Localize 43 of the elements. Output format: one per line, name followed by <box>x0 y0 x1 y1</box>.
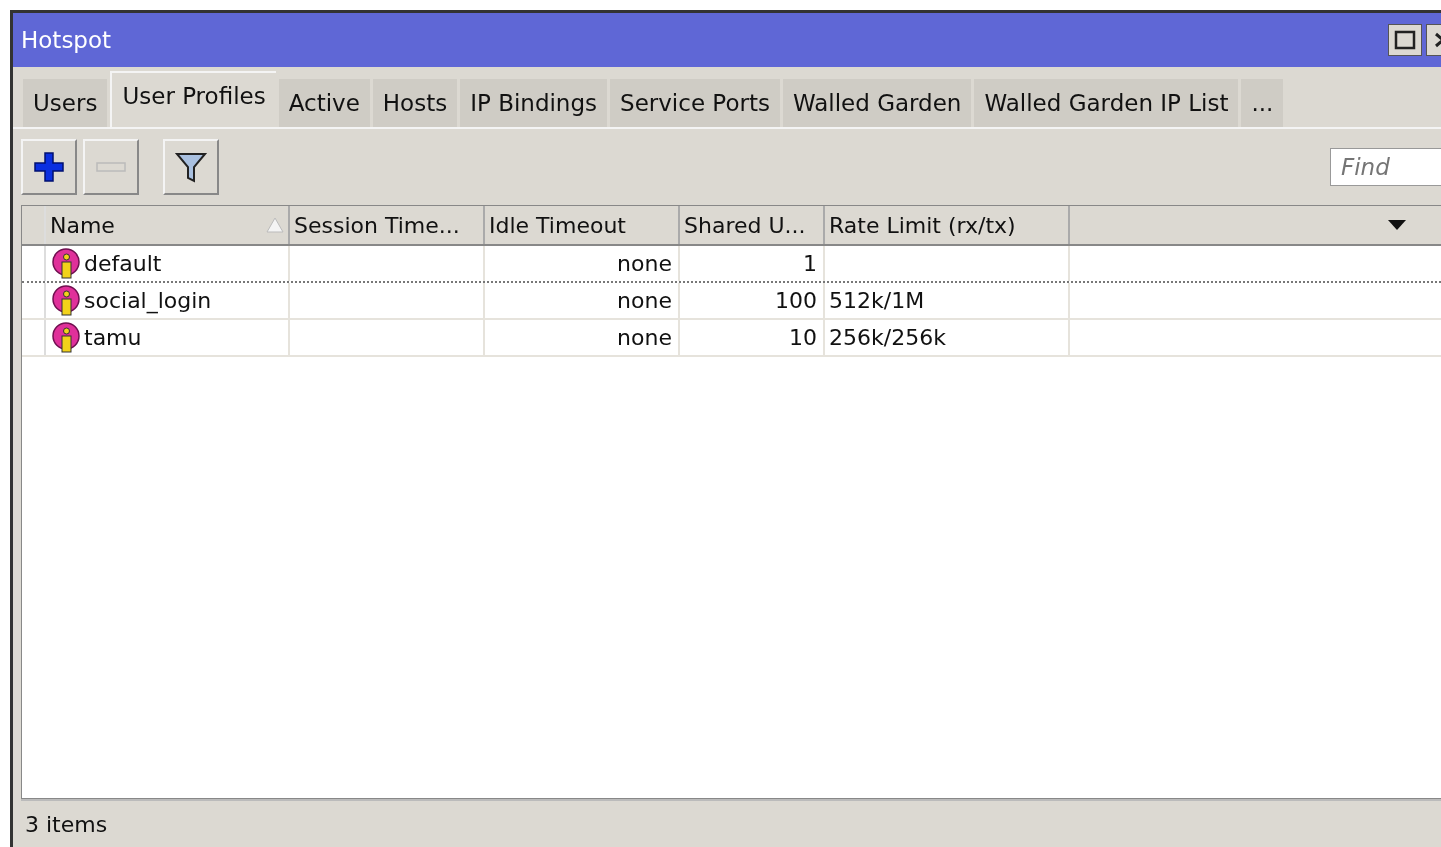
table-row[interactable]: tamu none 10 256k/256k <box>22 320 1441 357</box>
profile-icon <box>50 321 82 354</box>
plus-icon <box>32 150 66 184</box>
table-cell: social_login <box>84 288 212 313</box>
profile-icon <box>50 284 82 317</box>
tab[interactable]: Active <box>278 79 370 127</box>
profile-icon <box>50 247 82 280</box>
tab[interactable]: Walled Garden <box>782 79 972 127</box>
filter-icon <box>174 150 208 184</box>
tab[interactable]: User Profiles <box>110 71 276 127</box>
tab[interactable]: ... <box>1241 79 1284 127</box>
sort-icon <box>266 217 284 233</box>
filter-button[interactable] <box>163 139 219 195</box>
find-field[interactable]: Find <box>1330 148 1441 186</box>
tab[interactable]: Users <box>23 79 108 127</box>
table-cell: none <box>617 251 672 276</box>
status-text: 3 items <box>25 811 108 837</box>
window-title: Hotspot <box>21 27 112 53</box>
tab[interactable]: Service Ports <box>610 79 780 127</box>
table-cell: 1 <box>803 251 817 276</box>
tab[interactable]: IP Bindings <box>460 79 608 127</box>
column-header[interactable]: Name <box>46 206 290 244</box>
tab[interactable]: Walled Garden IP List <box>974 79 1239 127</box>
column-header[interactable]: Idle Timeout <box>485 206 680 244</box>
table-cell: default <box>84 251 162 276</box>
column-header[interactable]: Rate Limit (rx/tx) <box>825 206 1070 244</box>
table-cell: 256k/256k <box>829 325 946 350</box>
maximize-button[interactable] <box>1388 24 1422 56</box>
table-cell: 512k/1M <box>829 288 925 313</box>
add-button[interactable] <box>21 139 77 195</box>
table-cell: none <box>617 325 672 350</box>
tab[interactable]: Hosts <box>372 79 458 127</box>
table-cell: none <box>617 288 672 313</box>
table-cell: 100 <box>775 288 817 313</box>
column-header[interactable]: Shared U... <box>680 206 825 244</box>
maximize-icon <box>1393 29 1417 51</box>
table-cell: tamu <box>84 325 142 350</box>
minus-icon <box>96 162 126 172</box>
table-cell: 10 <box>789 325 817 350</box>
table-row[interactable]: social_login none 100 512k/1M <box>22 283 1441 320</box>
table-row[interactable]: default none 1 <box>22 246 1441 283</box>
dropdown-arrow-icon <box>1387 219 1407 231</box>
column-header[interactable]: Session Time... <box>290 206 485 244</box>
